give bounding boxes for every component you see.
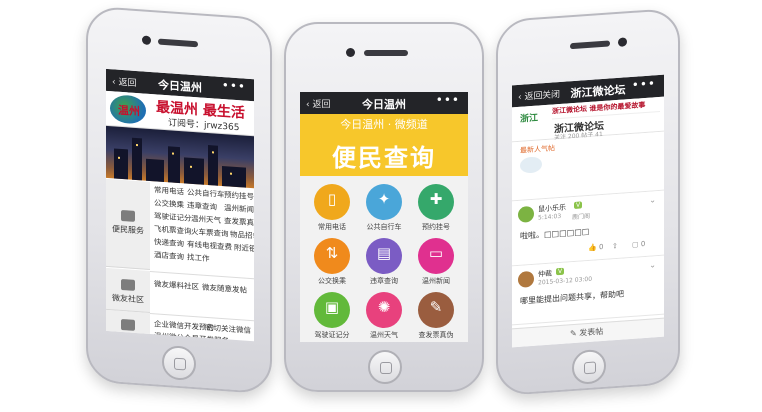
service-item[interactable]: 飞机票查询 [154, 223, 192, 237]
category-menu: 便民服务 常用电话 公共自行车 预约挂号 公交换乘 违章查询 温州新闻 驾驶证记… [106, 178, 254, 342]
channel-header: 今日温州 · 微频道 便民查询 [300, 114, 468, 176]
community-items: 微友爆料社区 微友随意发帖 [154, 278, 252, 305]
post-text: 啦啦。□□□□□□ [520, 226, 590, 241]
business-items: 企业微信开发预约 密切关注微信 温州微公众号开发服务 [154, 318, 252, 341]
wenzhou-logo-icon: 温州 [110, 94, 146, 125]
document-icon[interactable]: ▤ [366, 238, 402, 274]
more-menu-icon[interactable]: ••• [632, 76, 656, 92]
comment-icon[interactable]: ▢ 0 [632, 240, 645, 249]
service-item[interactable]: 常用电话 [154, 184, 184, 197]
tile-label: 温州天气 [370, 331, 398, 339]
service-item[interactable]: 公共自行车 [187, 187, 225, 201]
weather-icon[interactable]: ✺ [366, 292, 402, 328]
tile-label: 公共自行车 [366, 223, 402, 231]
service-item[interactable]: 有线电视查费 [187, 239, 232, 253]
right-screen: ‹ 返回 关闭 浙江微论坛 ••• 浙江微论坛 谁是你的最爱故事 浙江 浙江微论… [512, 74, 664, 348]
post-image [520, 156, 542, 174]
edit-icon[interactable]: ✎ [418, 292, 454, 328]
service-item[interactable]: 温州天气 [191, 213, 221, 226]
home-button[interactable] [572, 348, 606, 386]
service-item[interactable]: 酒店查询 [154, 249, 184, 262]
chevron-down-icon[interactable]: ⌄ [649, 195, 656, 204]
avatar [518, 270, 534, 288]
service-grid: ▯ 常用电话 ✦ 公共自行车 ✚ 预约挂号 ⇅ 公交换乘 ▤ 违章查询 ▭ 温州… [300, 176, 468, 342]
tile-label: 违章查询 [370, 277, 398, 285]
channel-subtitle: 今日温州 · 微频道 [340, 118, 428, 131]
level-badge: V [556, 267, 565, 276]
home-button[interactable] [162, 344, 196, 382]
post-location: 鹿门阁 [572, 212, 591, 222]
category-business[interactable]: 企业服务 [106, 309, 150, 342]
post-button[interactable]: ✎ 发表帖 [570, 326, 603, 339]
license-icon[interactable]: ▣ [314, 292, 350, 328]
section-label: 最新人气帖 [520, 144, 555, 155]
right-phone: ‹ 返回 关闭 浙江微论坛 ••• 浙江微论坛 谁是你的最爱故事 浙江 浙江微论… [496, 7, 680, 397]
monitor-icon[interactable]: ▭ [418, 238, 454, 274]
community-item[interactable]: 微友爆料社区 [154, 278, 199, 292]
hospital-icon[interactable]: ✚ [418, 184, 454, 220]
tile-label: 公交换乘 [318, 277, 346, 285]
front-camera [346, 48, 355, 57]
category-service[interactable]: 便民服务 [106, 178, 150, 270]
service-item[interactable]: 温州新闻 [224, 202, 254, 215]
service-item[interactable]: 查发票真伪 [224, 215, 254, 229]
tile-label: 常用电话 [318, 223, 346, 231]
left-phone: ‹ 返回 今日温州 ••• 温州 最温州 最生活 订阅号：jrwz365 便民服… [86, 5, 272, 395]
tile-label: 预约挂号 [422, 223, 450, 231]
channel-title: 便民查询 [332, 144, 436, 172]
more-menu-icon[interactable]: ••• [222, 78, 246, 94]
business-icon [121, 318, 135, 331]
post-item[interactable]: 鼠小乐乐 V 5:14:03 鹿门阁 ⌄ 啦啦。□□□□□□ 👍 0 ⇪ ▢ 0 [512, 190, 664, 267]
category-community[interactable]: 微友社区 [106, 267, 150, 313]
level-badge: V [574, 201, 583, 209]
city-night-image [106, 125, 254, 189]
community-icon [121, 278, 135, 291]
community-item[interactable]: 微友随意发帖 [202, 282, 247, 296]
service-icon [121, 209, 135, 222]
middle-phone: ‹ 返回 今日温州 ••• 今日温州 · 微频道 便民查询 ▯ 常用电话 ✦ 公… [284, 22, 484, 392]
tile-label: 驾驶证记分 [314, 331, 350, 339]
post-time: 5:14:03 [538, 212, 562, 222]
tile-label: 温州新闻 [422, 277, 450, 285]
chevron-down-icon[interactable]: ⌄ [649, 260, 656, 269]
earpiece-speaker [158, 38, 198, 48]
service-item[interactable]: 物品招领 [230, 229, 254, 242]
tile-label: 查发票真伪 [418, 331, 454, 339]
phone-icon[interactable]: ▯ [314, 184, 350, 220]
service-item[interactable]: 快递查询 [154, 236, 184, 249]
earpiece-speaker [570, 40, 610, 50]
forum-logo: 浙江 [520, 113, 539, 125]
post-text: 哪里能提出问题共享，帮助吧 [520, 289, 624, 306]
post-item[interactable]: 仲裁 V 2015-03-12 03:00 ⌄ 哪里能提出问题共享，帮助吧 [512, 255, 664, 326]
service-item[interactable]: 违章查询 [187, 200, 217, 213]
service-item[interactable]: 附近银行 [234, 242, 254, 255]
service-item[interactable]: 找工作 [187, 252, 210, 265]
front-camera [142, 35, 151, 46]
middle-screen: ‹ 返回 今日温州 ••• 今日温州 · 微频道 便民查询 ▯ 常用电话 ✦ 公… [300, 92, 468, 342]
nav-bar: ‹ 返回 今日温州 ••• [300, 92, 468, 114]
left-screen: ‹ 返回 今日温州 ••• 温州 最温州 最生活 订阅号：jrwz365 便民服… [106, 68, 254, 342]
hot-post-section[interactable]: 最新人气帖 [512, 131, 664, 202]
front-camera [618, 37, 627, 47]
service-item[interactable]: 驾驶证记分 [154, 210, 192, 224]
home-button[interactable] [368, 350, 402, 384]
service-item[interactable]: 预约挂号 [224, 189, 254, 202]
transfer-icon[interactable]: ⇅ [314, 238, 350, 274]
avatar [518, 205, 534, 223]
service-item[interactable]: 公交换乘 [154, 197, 184, 210]
service-items: 常用电话 公共自行车 预约挂号 公交换乘 违章查询 温州新闻 驾驶证记分 温州天… [154, 184, 254, 277]
like-icon[interactable]: 👍 0 [588, 243, 603, 252]
service-item[interactable]: 火车票查询 [191, 226, 229, 240]
share-icon[interactable]: ⇪ [612, 242, 618, 250]
earpiece-speaker [364, 50, 408, 56]
more-menu-icon[interactable]: ••• [436, 93, 460, 107]
bicycle-icon[interactable]: ✦ [366, 184, 402, 220]
